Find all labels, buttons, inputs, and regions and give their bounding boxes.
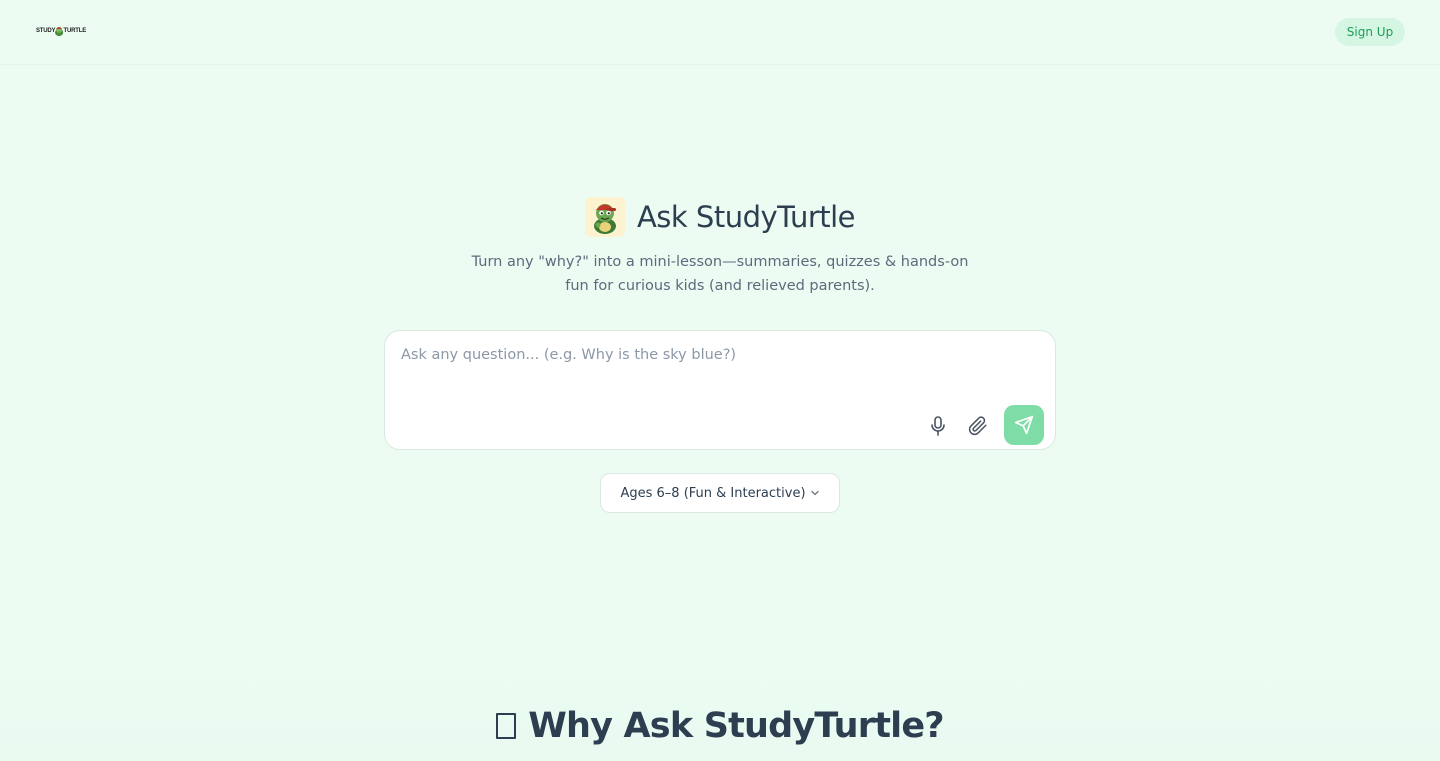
hero-subtitle: Turn any "why?" into a mini-lesson—summa… — [471, 254, 969, 294]
logo-word-left: STUDY — [36, 28, 56, 34]
chevron-down-icon — [810, 490, 819, 496]
microphone-icon[interactable] — [925, 413, 951, 439]
question-input[interactable] — [401, 347, 1031, 407]
missing-glyph-icon — [496, 713, 517, 739]
sign-up-button[interactable]: Sign Up — [1335, 18, 1405, 46]
age-group-select[interactable]: Ages 6–8 (Fun & Interactive) — [600, 473, 840, 513]
send-icon — [1014, 415, 1034, 435]
top-bar: STUDY TURTLE Sign Up — [0, 0, 1440, 65]
logo-word-right: TURTLE — [63, 28, 87, 34]
turtle-mascot-icon — [584, 197, 625, 237]
send-button[interactable] — [1004, 405, 1044, 445]
logo[interactable]: STUDY TURTLE — [36, 19, 86, 43]
question-box — [384, 330, 1056, 450]
age-group-selected-label: Ages 6–8 (Fun & Interactive) — [620, 485, 806, 501]
hero-heading: Ask StudyTurtle — [0, 196, 1440, 238]
page-title: Ask StudyTurtle — [636, 200, 856, 234]
paperclip-icon[interactable] — [965, 413, 991, 439]
why-heading: Why Ask StudyTurtle? — [0, 706, 1440, 746]
why-section-title: Why Ask StudyTurtle? — [528, 706, 944, 746]
